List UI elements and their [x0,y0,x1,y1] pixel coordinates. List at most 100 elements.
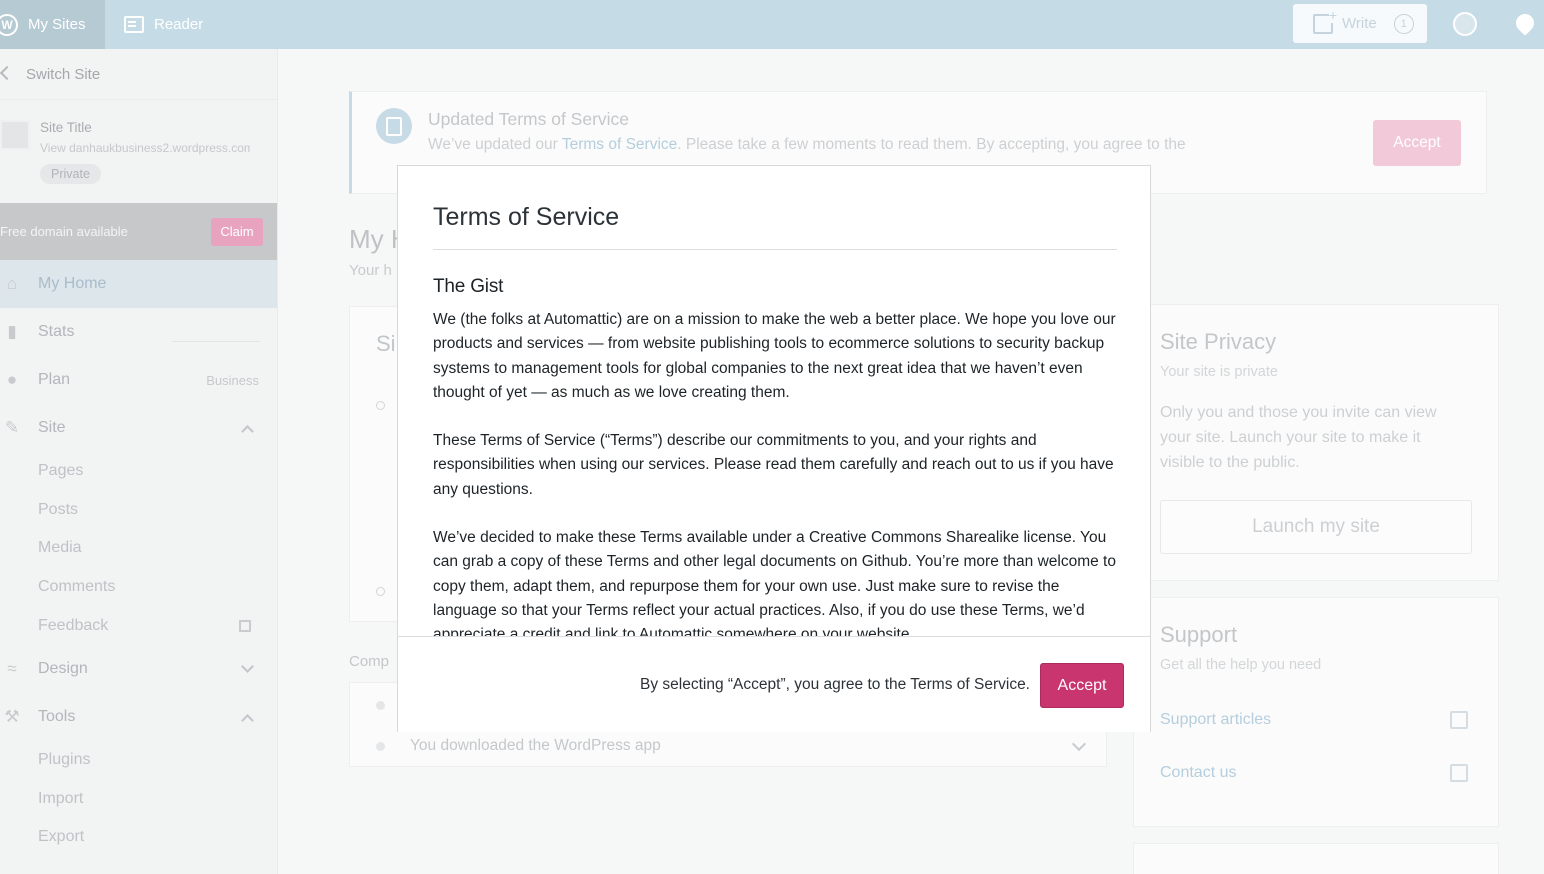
chevron-left-icon [0,65,15,81]
drafts-count-badge: 1 [1393,13,1414,34]
wordpress-logo-icon: W [0,13,18,36]
sidebar-item-feedback[interactable]: Feedback [0,606,277,645]
chevron-down-icon [241,660,254,673]
sidebar-item-stats[interactable]: ▮ Stats [0,308,277,356]
sidebar-item-label: Tools [38,707,76,725]
task-status-icon [376,587,385,596]
my-sites-label: My Sites [28,16,86,33]
sidebar-item-site[interactable]: ✎ Site [0,404,277,452]
pencil-icon: ✎ [4,418,20,437]
plan-icon: ● [6,370,18,389]
chevron-up-icon [241,714,254,727]
privacy-description: Only you and those you invite can view y… [1160,404,1437,471]
launch-site-button[interactable]: Launch my site [1160,500,1472,554]
document-icon [376,108,412,144]
task-done-icon [376,701,385,710]
external-link-icon [1450,711,1468,729]
external-link-icon [1450,764,1468,782]
dialog-footer: By selecting “Accept”, you agree to the … [398,636,1150,732]
sidebar-item-label: My Home [38,275,107,292]
setup-card-title: Si [376,331,396,356]
sidebar-item-label: Site [38,419,66,436]
write-icon [1313,6,1337,34]
home-icon: ⌂ [6,274,18,293]
sidebar-item-tools[interactable]: ⚒ Tools [0,693,277,741]
mobile-card [1133,843,1499,874]
completed-heading: Comp [349,653,390,670]
tos-link[interactable]: Terms of Service [562,136,677,153]
sidebar-item-label: Posts [38,500,79,518]
design-icon: ≈ [7,658,17,678]
completed-task-row[interactable]: You downloaded the WordPress app [410,737,661,755]
chevron-down-icon[interactable] [1071,736,1087,752]
sidebar-item-label: Export [38,828,85,846]
sidebar-item-design[interactable]: ≈ Design [0,645,277,693]
support-articles-link[interactable]: Support articles [1160,711,1271,729]
sidebar-item-import[interactable]: Import [0,780,277,819]
sidebar-item-label: Plugins [38,751,91,769]
site-placeholder-icon [0,120,30,150]
section-heading: The Gist [433,276,504,297]
accept-notice: By selecting “Accept”, you agree to the … [640,676,1030,693]
sidebar-item-media[interactable]: Media [0,529,277,568]
page-subtitle: Your h [349,262,392,279]
private-badge: Private [40,164,101,184]
free-domain-text: Free domain available [0,224,128,239]
terms-of-service-dialog: Terms of Service The Gist We (the folks … [397,165,1151,732]
sidebar-item-label: Pages [38,462,84,480]
my-sites-button[interactable]: W My Sites [0,0,105,49]
terms-paragraph: We’ve decided to make these Terms availa… [433,529,1116,636]
reader-label: Reader [154,16,204,33]
site-privacy-card: Site Privacy Your site is private Only y… [1133,304,1499,581]
support-card: Support Get all the help you need Suppor… [1133,597,1499,827]
masterbar: W My Sites Reader Write 1 [0,0,1544,49]
wrench-icon: ⚒ [4,706,20,726]
sidebar-item-plan[interactable]: ● Plan Business [0,356,277,404]
switch-site-button[interactable]: Switch Site [0,49,277,100]
site-url-link[interactable]: View danhaukbusiness2.wordpress.com [40,141,250,155]
terms-paragraph: These Terms of Service (“Terms”) describ… [433,432,1114,498]
sidebar-item-posts[interactable]: Posts [0,491,277,530]
contact-us-link[interactable]: Contact us [1160,764,1236,782]
write-button[interactable]: Write 1 [1293,4,1427,43]
sidebar-item-label: Stats [38,323,75,340]
reader-icon [124,16,144,33]
privacy-title: Site Privacy [1160,329,1277,354]
sidebar-item-my-home[interactable]: ⌂ My Home [0,260,277,308]
sidebar-item-label: Comments [38,578,116,596]
task-status-icon [376,401,385,410]
write-label: Write [1342,15,1377,32]
notice-text-before: We’ve updated our [428,136,562,153]
avatar[interactable] [1453,12,1477,36]
notice-accept-button[interactable]: Accept [1373,120,1461,166]
switch-site-label: Switch Site [26,65,101,83]
chevron-up-icon [241,425,254,438]
external-link-icon [239,619,251,632]
terms-paragraph: We (the folks at Automattic) are on a mi… [433,311,1116,401]
notice-text-after: . Please take a few moments to read them… [677,136,1186,153]
task-done-icon [376,742,385,751]
accept-button[interactable]: Accept [1040,663,1124,708]
current-site-card[interactable]: Site Title View danhaukbusiness2.wordpre… [0,100,277,203]
sidebar-item-label: Plan [38,371,71,388]
plan-name-badge: Business [206,372,259,388]
notifications-bell-icon[interactable] [1512,10,1538,36]
sidebar-item-label: Feedback [38,616,109,634]
dialog-title: Terms of Service [433,203,620,231]
support-title: Support [1160,622,1238,647]
sidebar-item-label: Design [38,659,88,677]
sidebar-item-export[interactable]: Export [0,818,277,857]
terms-scroll-area[interactable]: The Gist We (the folks at Automattic) ar… [433,276,1123,636]
reader-button[interactable]: Reader [124,0,203,49]
claim-button[interactable]: Claim [211,217,263,246]
stats-sparkline [172,341,260,342]
sidebar-item-plugins[interactable]: Plugins [0,741,277,780]
site-title: Site Title [40,120,92,135]
notice-text: We’ve updated our Terms of Service. Plea… [428,136,1186,154]
free-domain-banner: Free domain available Claim [0,203,277,260]
sidebar-item-comments[interactable]: Comments [0,568,277,607]
privacy-subtitle: Your site is private [1160,364,1278,380]
divider [433,249,1117,250]
support-subtitle: Get all the help you need [1160,657,1322,673]
sidebar-item-pages[interactable]: Pages [0,452,277,491]
